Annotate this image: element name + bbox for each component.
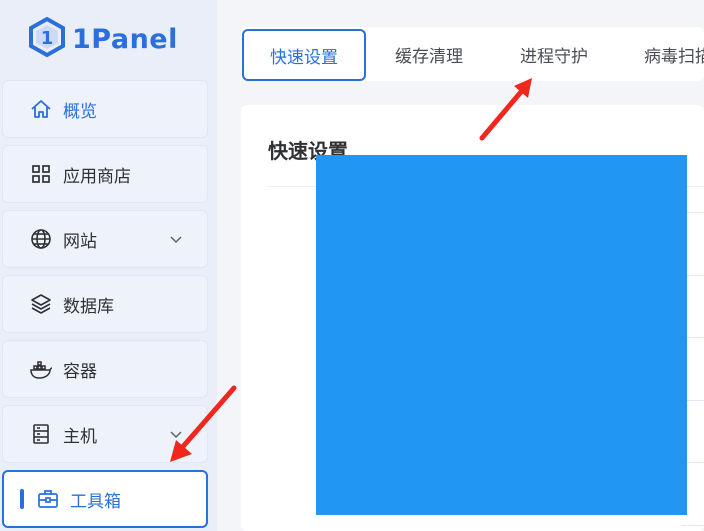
tab-quick-settings[interactable]: 快速设置 (242, 29, 366, 81)
logo-icon: 1 (28, 16, 66, 61)
sidebar-item-label: 主机 (63, 426, 97, 447)
server-icon (29, 422, 53, 446)
sidebar: 1 1Panel 概览 应用商店 网站 数据库 容器 主机 工具箱 (0, 0, 217, 531)
tab-bar: 快速设置 缓存清理 进程守护 病毒扫描 (241, 27, 704, 81)
home-icon (29, 97, 53, 121)
grid-icon (29, 162, 53, 186)
sidebar-item-databases[interactable]: 数据库 (2, 275, 208, 333)
docker-icon (29, 357, 53, 381)
app-window: 1 1Panel 概览 应用商店 网站 数据库 容器 主机 工具箱 快速设置 缓… (0, 0, 704, 531)
svg-text:1: 1 (41, 28, 54, 49)
tab-virus-scan[interactable]: 病毒扫描 (644, 27, 704, 81)
sidebar-item-overview[interactable]: 概览 (2, 80, 208, 138)
active-indicator (20, 489, 24, 509)
toolbox-icon (36, 487, 60, 511)
sidebar-item-label: 概览 (63, 101, 97, 122)
chevron-down-icon[interactable] (169, 231, 183, 250)
sidebar-item-app-store[interactable]: 应用商店 (2, 145, 208, 203)
sidebar-item-label: 数据库 (63, 296, 114, 317)
logo-text: 1Panel (72, 23, 178, 55)
tab-cache-cleanup[interactable]: 缓存清理 (395, 27, 463, 81)
globe-icon (29, 227, 53, 251)
divider (681, 525, 704, 526)
sidebar-item-hosts[interactable]: 主机 (2, 405, 208, 463)
sidebar-item-websites[interactable]: 网站 (2, 210, 208, 268)
sidebar-item-label: 容器 (63, 361, 97, 382)
sidebar-item-label: 应用商店 (63, 166, 131, 187)
chevron-down-icon[interactable] (169, 426, 183, 445)
sidebar-item-toolbox[interactable]: 工具箱 (2, 470, 208, 528)
sidebar-item-label: 网站 (63, 231, 97, 252)
sidebar-item-label: 工具箱 (70, 491, 121, 512)
logo[interactable]: 1 1Panel (28, 16, 178, 61)
tab-process-guard[interactable]: 进程守护 (520, 27, 588, 81)
layers-icon (29, 292, 53, 316)
redaction-block (316, 155, 687, 515)
sidebar-item-containers[interactable]: 容器 (2, 340, 208, 398)
